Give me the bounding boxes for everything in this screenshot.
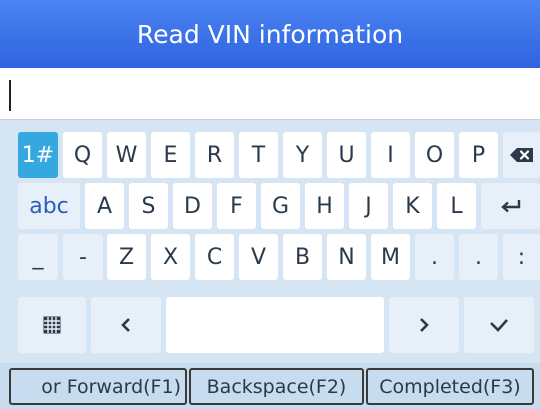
keyboard-switch-key[interactable] bbox=[18, 297, 86, 353]
key-v[interactable]: V bbox=[239, 234, 278, 280]
key-g[interactable]: G bbox=[261, 183, 300, 229]
on-screen-keyboard: 1# Q W E R T Y U I O P abc A S D F G H J… bbox=[0, 121, 540, 363]
function-key-bar: or Forward(F1) Backspace(F2) Completed(F… bbox=[0, 363, 540, 409]
enter-key[interactable] bbox=[481, 183, 540, 229]
key-k[interactable]: K bbox=[393, 183, 432, 229]
key-s[interactable]: S bbox=[129, 183, 168, 229]
delete-key[interactable] bbox=[503, 132, 540, 178]
key-colon[interactable]: : bbox=[503, 234, 540, 280]
key-n[interactable]: N bbox=[327, 234, 366, 280]
key-period[interactable]: . bbox=[415, 234, 454, 280]
backspace-icon bbox=[509, 147, 535, 163]
title-bar: Read VIN information bbox=[0, 0, 540, 68]
key-x[interactable]: X bbox=[151, 234, 190, 280]
key-o[interactable]: O bbox=[415, 132, 454, 178]
key-d[interactable]: D bbox=[173, 183, 212, 229]
key-u[interactable]: U bbox=[327, 132, 366, 178]
key-q[interactable]: Q bbox=[63, 132, 102, 178]
key-i[interactable]: I bbox=[371, 132, 410, 178]
key-hyphen[interactable]: - bbox=[63, 234, 103, 280]
text-caret bbox=[9, 80, 11, 111]
cursor-left-key[interactable] bbox=[91, 297, 161, 353]
key-l[interactable]: L bbox=[437, 183, 476, 229]
check-icon bbox=[489, 318, 509, 332]
key-r[interactable]: R bbox=[195, 132, 234, 178]
chevron-right-icon bbox=[418, 317, 430, 333]
key-c[interactable]: C bbox=[195, 234, 234, 280]
completed-button[interactable]: Completed(F3) bbox=[366, 368, 534, 405]
key-h[interactable]: H bbox=[305, 183, 344, 229]
done-key[interactable] bbox=[464, 297, 534, 353]
key-w[interactable]: W bbox=[107, 132, 146, 178]
keyboard-icon bbox=[43, 316, 61, 334]
space-key[interactable] bbox=[166, 297, 384, 353]
forward-button[interactable]: or Forward(F1) bbox=[9, 368, 187, 405]
chevron-left-icon bbox=[120, 317, 132, 333]
key-a[interactable]: A bbox=[85, 183, 124, 229]
key-underscore[interactable]: _ bbox=[18, 234, 58, 280]
backspace-button[interactable]: Backspace(F2) bbox=[189, 368, 364, 405]
key-p[interactable]: P bbox=[459, 132, 498, 178]
key-t[interactable]: T bbox=[239, 132, 278, 178]
cursor-right-key[interactable] bbox=[389, 297, 459, 353]
key-f[interactable]: F bbox=[217, 183, 256, 229]
key-b[interactable]: B bbox=[283, 234, 322, 280]
key-e[interactable]: E bbox=[151, 132, 190, 178]
key-mode-letters[interactable]: abc bbox=[18, 183, 80, 229]
page-title: Read VIN information bbox=[136, 19, 404, 49]
key-m[interactable]: M bbox=[371, 234, 410, 280]
key-mode-symbols[interactable]: 1# bbox=[18, 132, 58, 178]
enter-icon bbox=[500, 198, 522, 214]
vin-input[interactable] bbox=[0, 68, 540, 120]
key-y[interactable]: Y bbox=[283, 132, 322, 178]
key-period-2[interactable]: . bbox=[459, 234, 498, 280]
key-z[interactable]: Z bbox=[107, 234, 146, 280]
key-j[interactable]: J bbox=[349, 183, 388, 229]
